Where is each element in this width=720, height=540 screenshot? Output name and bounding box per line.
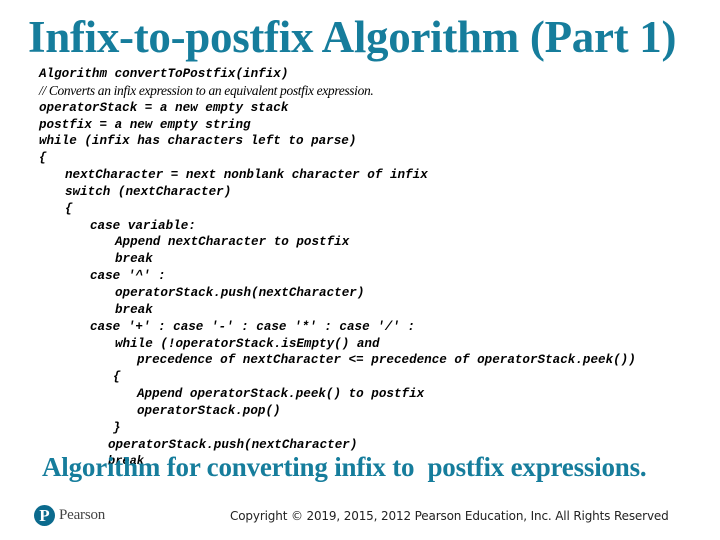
pearson-p-logo-icon: P xyxy=(34,505,55,526)
slide-title: Infix-to-postfix Algorithm (Part 1) xyxy=(28,12,677,62)
code-line: operatorStack = a new empty stack xyxy=(39,100,289,115)
code-line: while (!operatorStack.isEmpty() and xyxy=(115,336,380,351)
pearson-logo: P Pearson xyxy=(34,505,105,526)
copyright-notice: Copyright © 2019, 2015, 2012 Pearson Edu… xyxy=(230,509,669,523)
code-line: while (infix has characters left to pars… xyxy=(39,134,357,149)
code-line: { xyxy=(113,370,121,385)
code-line: Append nextCharacter to postfix xyxy=(115,235,350,250)
code-line: case variable: xyxy=(90,218,196,233)
code-line: { xyxy=(39,151,47,166)
code-line: precedence of nextCharacter <= precedenc… xyxy=(137,353,636,368)
code-line: switch (nextCharacter) xyxy=(65,184,232,199)
code-line: postfix = a new empty string xyxy=(39,117,251,132)
code-line: break xyxy=(115,252,153,267)
code-line: } xyxy=(113,420,121,435)
code-line: nextCharacter = next nonblank character … xyxy=(65,168,428,183)
algorithm-code-block: Algorithm convertToPostfix(infix) // Con… xyxy=(39,66,636,470)
code-line: break xyxy=(115,302,153,317)
code-line: { xyxy=(65,201,73,216)
code-line: // Converts an infix expression to an eq… xyxy=(39,82,374,98)
code-line: case '+' : case '-' : case '*' : case '/… xyxy=(90,319,415,334)
figure-caption: Algorithm for converting infix to postfi… xyxy=(42,452,647,482)
code-line: case '^' : xyxy=(90,269,166,284)
pearson-wordmark: Pearson xyxy=(59,507,106,523)
code-line: Append operatorStack.peek() to postfix xyxy=(137,387,425,402)
code-line: Algorithm convertToPostfix(infix) xyxy=(39,67,289,81)
code-line: operatorStack.pop() xyxy=(137,403,281,418)
code-line: operatorStack.push(nextCharacter) xyxy=(115,285,365,300)
